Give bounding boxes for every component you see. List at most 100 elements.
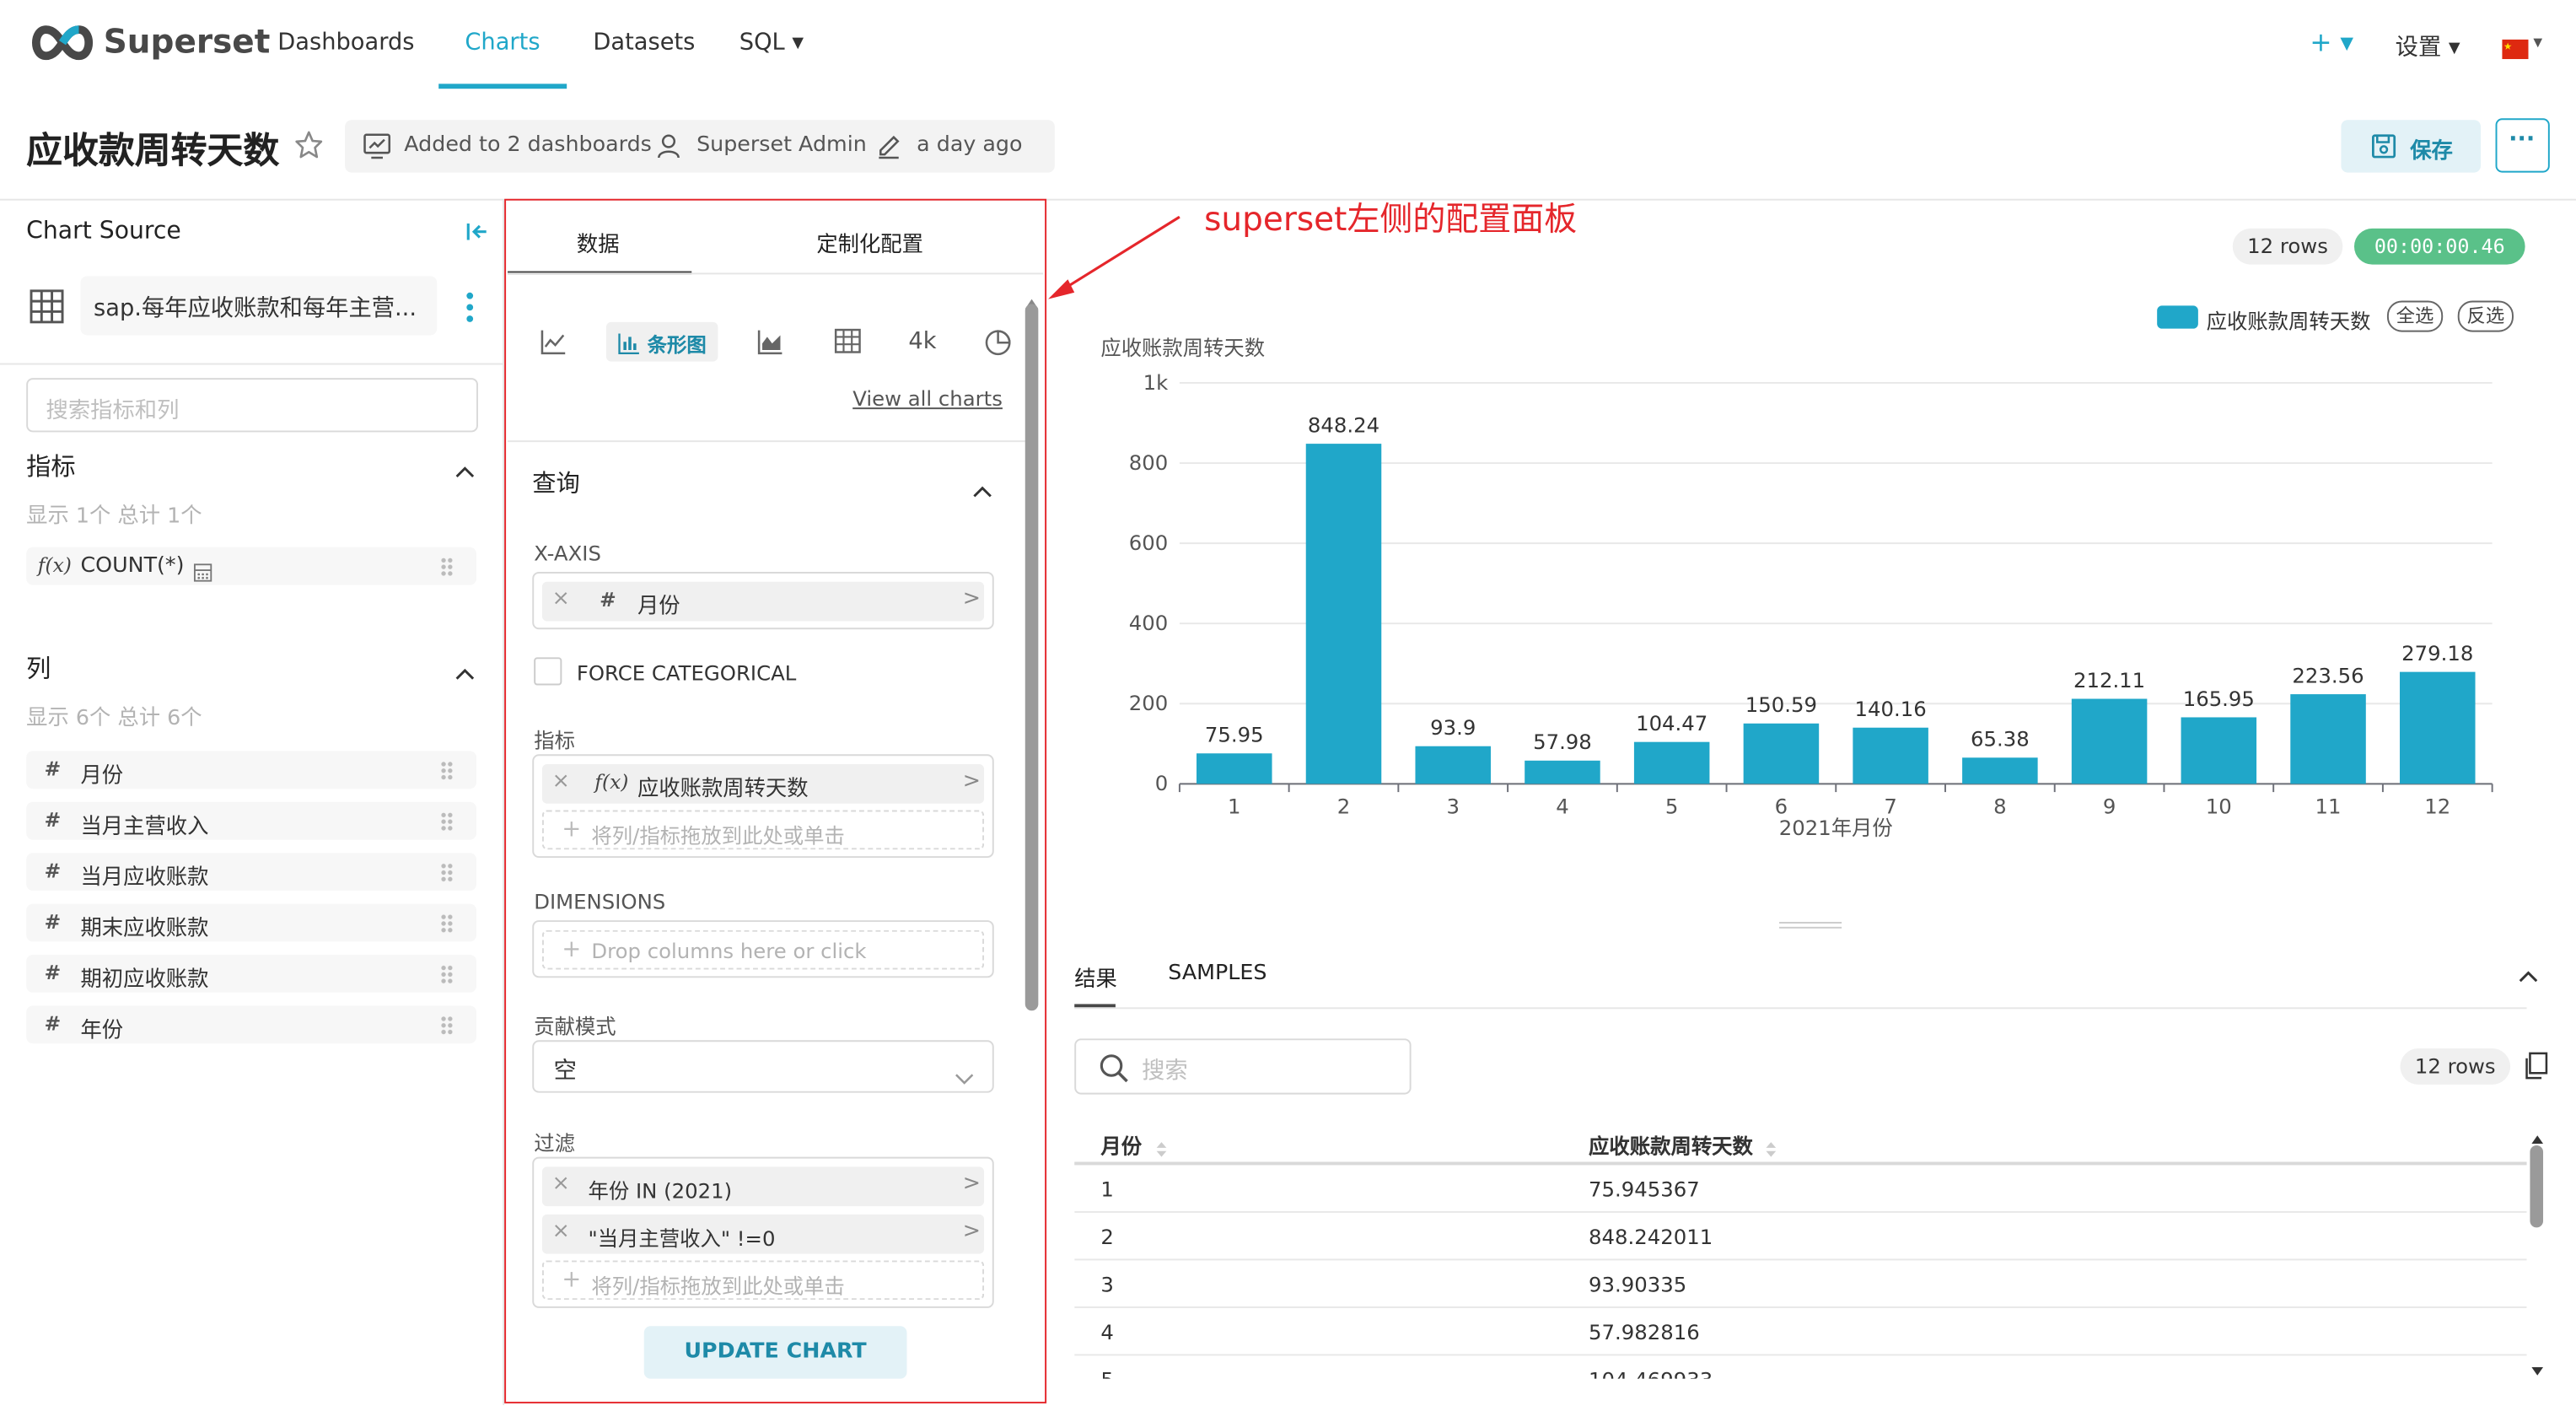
chevron-right-icon[interactable]: > xyxy=(963,1220,981,1244)
area-chart-icon[interactable] xyxy=(757,329,783,362)
resize-handle[interactable] xyxy=(1779,922,1842,924)
table-cell-month: 1 xyxy=(1100,1177,1114,1202)
collapse-results-icon[interactable] xyxy=(2519,958,2538,989)
chevron-right-icon[interactable]: > xyxy=(963,1172,981,1196)
x-axis-field[interactable]: × # 月份 > xyxy=(532,572,994,630)
column-label: 月份 xyxy=(80,763,124,789)
china-flag-icon[interactable] xyxy=(2502,35,2529,66)
big-number-viz[interactable]: 4k xyxy=(908,329,936,355)
results-search-input[interactable]: 搜索 xyxy=(1074,1038,1412,1095)
drag-handle-icon[interactable] xyxy=(440,1015,454,1036)
new-menu-button[interactable]: + ▾ xyxy=(2310,26,2353,57)
remove-filter-icon[interactable]: × xyxy=(552,1220,570,1244)
results-tab-divider xyxy=(1074,1007,2527,1010)
copy-icon[interactable] xyxy=(2525,1052,2548,1086)
x-axis-chip[interactable]: × # 月份 > xyxy=(541,581,985,622)
bar-chart-label[interactable]: 条形图 xyxy=(648,331,707,358)
dataset-menu-icon[interactable] xyxy=(465,291,475,331)
settings-menu[interactable]: 设置 ▾ xyxy=(2396,30,2460,62)
bar xyxy=(1415,746,1491,784)
superset-logo-icon[interactable] xyxy=(26,23,99,69)
chevron-up-icon[interactable] xyxy=(455,454,475,485)
language-chevron[interactable]: ▾ xyxy=(2533,31,2542,52)
search-metrics-input[interactable]: 搜索指标和列 xyxy=(26,378,478,433)
results-table-body: 1 75.945367 2 848.242011 3 93.90335 4 57.982816… xyxy=(1074,1165,2527,1379)
column-item[interactable]: # 期初应收账款 xyxy=(26,954,477,993)
x-axis-label: X-AXIS xyxy=(534,541,601,566)
column-item[interactable]: # 期末应收账款 xyxy=(26,903,477,942)
metrics-section-title[interactable]: 指标 xyxy=(26,449,75,483)
filter-chip[interactable]: × "当月主营收入" !=0 > xyxy=(541,1214,985,1254)
config-scrollbar[interactable] xyxy=(1024,304,1039,1011)
resize-handle[interactable] xyxy=(1779,926,1842,929)
columns-section-title[interactable]: 列 xyxy=(26,651,51,686)
force-categorical-label[interactable]: FORCE CATEGORICAL xyxy=(577,660,796,685)
metric-item[interactable]: f(x) COUNT(*) xyxy=(26,547,477,585)
dataset-selector[interactable]: sap.每年应收账款和每年主营... xyxy=(80,276,438,336)
drag-handle-icon[interactable] xyxy=(440,811,454,832)
table-viz-icon[interactable] xyxy=(834,328,861,360)
view-all-charts-link[interactable]: View all charts xyxy=(852,386,1003,411)
chevron-right-icon[interactable]: > xyxy=(963,769,981,794)
nav-tab-dashboards[interactable]: Dashboards xyxy=(277,30,414,56)
tab-data[interactable]: 数据 xyxy=(577,227,620,258)
update-chart-button[interactable]: UPDATE CHART xyxy=(643,1326,907,1379)
drag-handle-icon[interactable] xyxy=(440,964,454,985)
more-options-icon[interactable]: ··· xyxy=(2509,127,2535,153)
filter-value: 年份 IN (2021) xyxy=(588,1177,733,1204)
drag-handle-icon[interactable] xyxy=(440,557,454,577)
x-tick-label: 12 xyxy=(2424,794,2450,818)
metric-chip[interactable]: × f(x) 应收账款周转天数 > xyxy=(541,763,985,804)
pie-chart-icon[interactable] xyxy=(984,329,1012,364)
remove-x-axis-icon[interactable]: × xyxy=(552,587,570,611)
dimensions-field[interactable]: + Drop columns here or click xyxy=(532,920,994,978)
metrics-field[interactable]: × f(x) 应收账款周转天数 > + 将列/指标拖放到此处或单击 xyxy=(532,754,994,859)
bar-data-label: 75.95 xyxy=(1205,723,1264,747)
column-header-month[interactable]: 月份 xyxy=(1100,1129,1142,1161)
chevron-right-icon[interactable]: > xyxy=(963,587,981,611)
add-metric-dropzone[interactable]: + 将列/指标拖放到此处或单击 xyxy=(541,810,985,850)
column-item[interactable]: # 月份 xyxy=(26,751,477,789)
tab-results[interactable]: 结果 xyxy=(1074,962,1117,993)
table-scrollbar[interactable] xyxy=(2530,1145,2544,1228)
numeric-column-icon: # xyxy=(600,588,616,611)
column-item[interactable]: # 年份 xyxy=(26,1005,477,1044)
contribution-mode-select[interactable]: 空 xyxy=(532,1040,994,1093)
filters-field[interactable]: × 年份 IN (2021) > × "当月主营收入" !=0 > + 将列/指… xyxy=(532,1156,994,1308)
dataset-name[interactable]: sap.每年应收账款和每年主营... xyxy=(94,291,417,324)
line-chart-icon[interactable] xyxy=(540,329,567,362)
drag-handle-icon[interactable] xyxy=(440,913,454,934)
collapse-panel-icon[interactable] xyxy=(465,218,487,250)
remove-filter-icon[interactable]: × xyxy=(552,1172,570,1196)
tab-customize[interactable]: 定制化配置 xyxy=(816,227,923,258)
nav-tab-charts[interactable]: Charts xyxy=(465,30,540,56)
drag-handle-icon[interactable] xyxy=(440,761,454,781)
column-item[interactable]: # 当月主营收入 xyxy=(26,801,477,840)
filter-chip[interactable]: × 年份 IN (2021) > xyxy=(541,1166,985,1207)
chevron-up-icon[interactable] xyxy=(455,655,475,687)
dashboards-count[interactable]: Added to 2 dashboards xyxy=(404,133,652,158)
column-header-turnover-days[interactable]: 应收账款周转天数 xyxy=(1589,1129,1753,1161)
nav-tab-sql[interactable]: SQL ▾ xyxy=(739,30,804,56)
save-label[interactable]: 保存 xyxy=(2410,133,2453,164)
tab-samples[interactable]: SAMPLES xyxy=(1168,962,1266,986)
more-options-button[interactable]: ··· xyxy=(2495,118,2550,173)
drag-handle-icon[interactable] xyxy=(440,862,454,883)
query-section-title[interactable]: 查询 xyxy=(532,465,580,499)
sort-icon[interactable] xyxy=(1155,1134,1169,1165)
x-tick-label: 1 xyxy=(1228,794,1241,818)
chart-owner[interactable]: Superset Admin xyxy=(696,133,867,158)
add-dimension-dropzone[interactable]: + Drop columns here or click xyxy=(541,929,985,970)
remove-metric-icon[interactable]: × xyxy=(552,769,570,794)
bar xyxy=(1962,757,2038,784)
nav-tab-datasets[interactable]: Datasets xyxy=(593,30,695,56)
table-scroll-down-icon[interactable] xyxy=(2530,1352,2545,1383)
chart-title[interactable]: 应收款周转天数 xyxy=(26,121,279,174)
force-categorical-checkbox[interactable] xyxy=(534,657,562,686)
sort-icon[interactable] xyxy=(1765,1134,1778,1165)
chevron-up-icon[interactable] xyxy=(972,473,992,504)
column-item[interactable]: # 当月应收账款 xyxy=(26,853,477,892)
star-icon[interactable] xyxy=(294,130,324,166)
brand-name[interactable]: Superset xyxy=(104,21,271,61)
add-filter-dropzone[interactable]: + 将列/指标拖放到此处或单击 xyxy=(541,1260,985,1301)
